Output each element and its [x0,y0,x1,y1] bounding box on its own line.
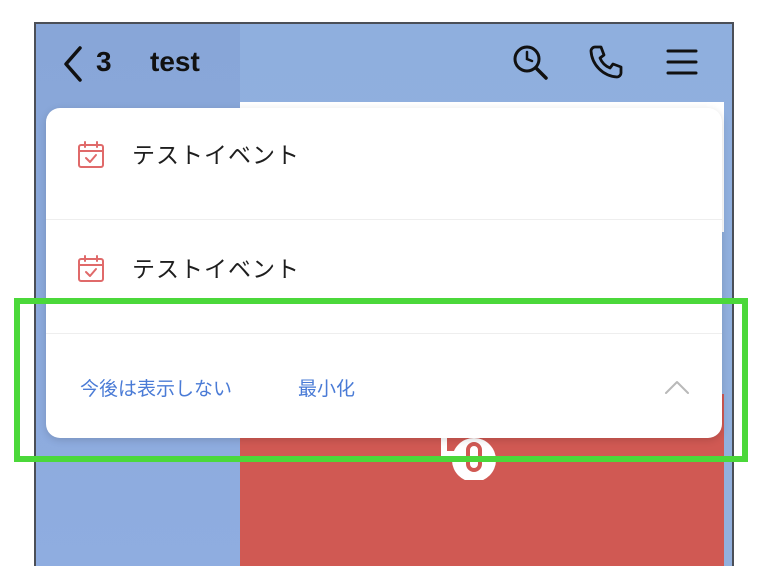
event-title: テストイベント [132,143,300,169]
chat-header: 3 test [36,24,732,102]
phone-icon[interactable] [586,42,626,82]
event-reminder-popup: テストイベント テストイベント 今後は表示しない 最小化 [46,108,722,438]
event-item[interactable]: テストイベント [46,108,722,220]
chevron-left-icon[interactable] [60,44,88,84]
minimize-link[interactable]: 最小化 [298,374,355,401]
search-icon[interactable] [510,42,550,82]
unread-count: 3 [96,46,112,77]
calendar-check-icon [78,255,104,282]
dont-show-again-link[interactable]: 今後は表示しない [80,374,232,401]
hamburger-menu-icon[interactable] [662,42,702,82]
event-title: テストイベント [132,257,300,283]
calendar-check-icon [78,141,104,168]
chevron-up-icon[interactable] [664,378,690,396]
chat-title: test [150,46,200,77]
event-item[interactable]: テストイベント [46,222,722,334]
